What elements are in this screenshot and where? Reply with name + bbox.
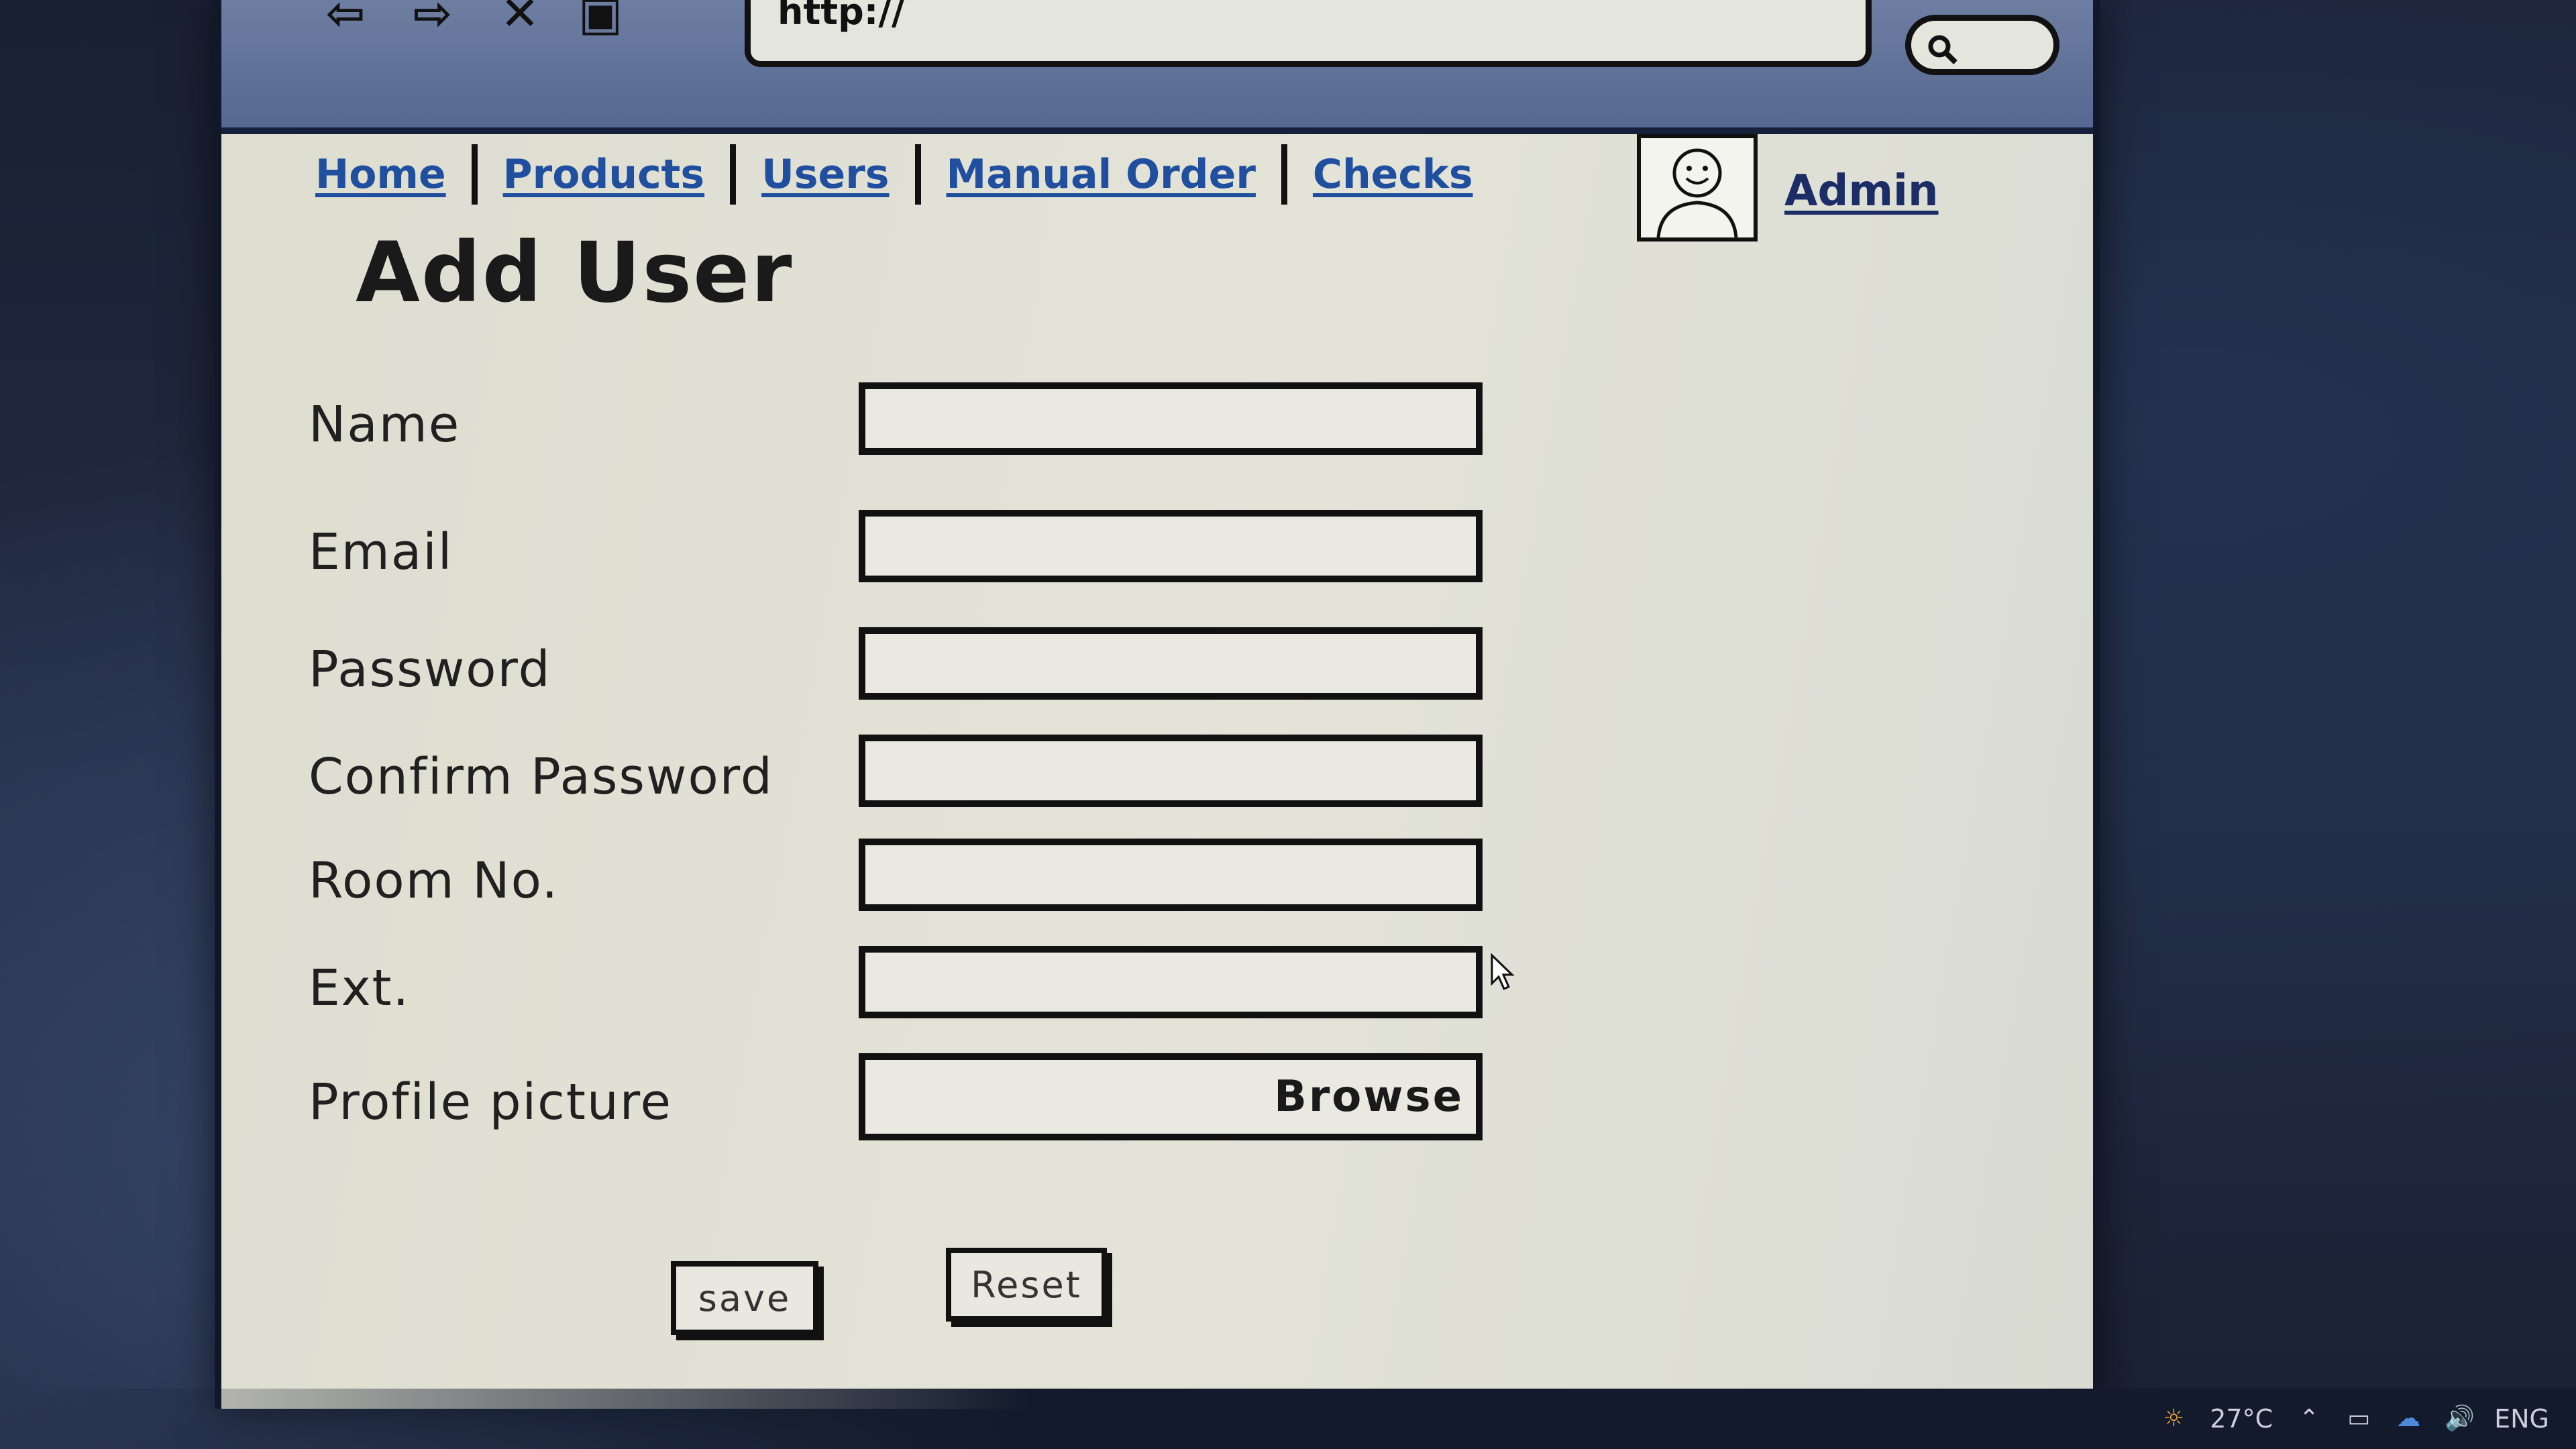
form-row-name: Name	[309, 382, 1583, 470]
form-row-room-no: Room No.	[309, 839, 1583, 926]
profile-picture-file-input[interactable]: Browse	[859, 1053, 1483, 1140]
confirm-password-input[interactable]	[859, 735, 1483, 807]
volume-icon[interactable]: 🔊	[2445, 1405, 2475, 1432]
room-no-label: Room No.	[309, 852, 559, 910]
nav-separator	[730, 144, 737, 205]
page-title: Add User	[356, 225, 794, 321]
email-input[interactable]	[859, 510, 1483, 582]
nav-link-products[interactable]: Products	[503, 151, 704, 198]
weather-icon[interactable]: ☼	[2160, 1405, 2187, 1432]
close-icon[interactable]: ✕	[490, 0, 550, 40]
nav-link-users[interactable]: Users	[761, 151, 889, 198]
ext-input[interactable]	[859, 946, 1483, 1018]
form-row-ext: Ext.	[309, 946, 1583, 1033]
url-text: http://	[777, 0, 905, 33]
email-label: Email	[309, 523, 453, 581]
form-row-email: Email	[309, 510, 1583, 597]
admin-user-link[interactable]: Admin	[1784, 166, 1939, 216]
nav-separator	[471, 144, 478, 205]
name-label: Name	[309, 396, 461, 453]
temperature-text[interactable]: 27°C	[2210, 1404, 2273, 1434]
url-bar[interactable]: http://	[745, 0, 1872, 67]
page-content: Home Products Users Manual Order Checks …	[221, 134, 2093, 1409]
system-tray: ☼ 27°C ⌃ ▭ ☁ 🔊 ENG	[2160, 1389, 2549, 1449]
profile-picture-label: Profile picture	[309, 1073, 673, 1131]
forward-arrow-icon[interactable]: ⇨	[402, 0, 463, 40]
form-row-password: Password	[309, 627, 1583, 714]
nav-link-manual-order[interactable]: Manual Order	[947, 151, 1256, 198]
browser-window: ⇦ ⇨ ✕ ▣ http:// Home Products Users Manu…	[215, 0, 2100, 1409]
nav-separator	[914, 144, 921, 205]
cloud-icon[interactable]: ☁	[2395, 1405, 2422, 1432]
form-row-profile-picture: Profile picture Browse	[309, 1053, 1583, 1140]
top-navigation: Home Products Users Manual Order Checks	[315, 134, 1473, 215]
back-arrow-icon[interactable]: ⇦	[315, 0, 376, 40]
bookmark-icon[interactable]: ▣	[570, 0, 631, 40]
form-row-confirm-password: Confirm Password	[309, 735, 1583, 822]
save-button[interactable]: save	[671, 1261, 818, 1335]
nav-link-checks[interactable]: Checks	[1313, 151, 1473, 198]
nav-link-home[interactable]: Home	[315, 151, 446, 198]
room-no-input[interactable]	[859, 839, 1483, 911]
name-input[interactable]	[859, 382, 1483, 455]
ext-label: Ext.	[309, 959, 411, 1017]
search-icon	[1928, 35, 1957, 64]
reset-button[interactable]: Reset	[946, 1248, 1107, 1322]
search-button[interactable]	[1905, 15, 2059, 75]
language-indicator[interactable]: ENG	[2494, 1404, 2549, 1434]
nav-separator	[1281, 144, 1287, 205]
confirm-password-label: Confirm Password	[309, 748, 773, 806]
password-label: Password	[309, 641, 551, 698]
browser-toolbar: ⇦ ⇨ ✕ ▣ http://	[221, 0, 2093, 134]
mouse-cursor-icon	[1491, 953, 1515, 990]
chevron-up-icon[interactable]: ⌃	[2296, 1405, 2322, 1432]
password-input[interactable]	[859, 627, 1483, 700]
display-icon[interactable]: ▭	[2345, 1405, 2372, 1432]
browse-button[interactable]: Browse	[1262, 1060, 1476, 1134]
smiley-avatar-icon	[1656, 148, 1738, 238]
avatar[interactable]	[1637, 134, 1758, 241]
